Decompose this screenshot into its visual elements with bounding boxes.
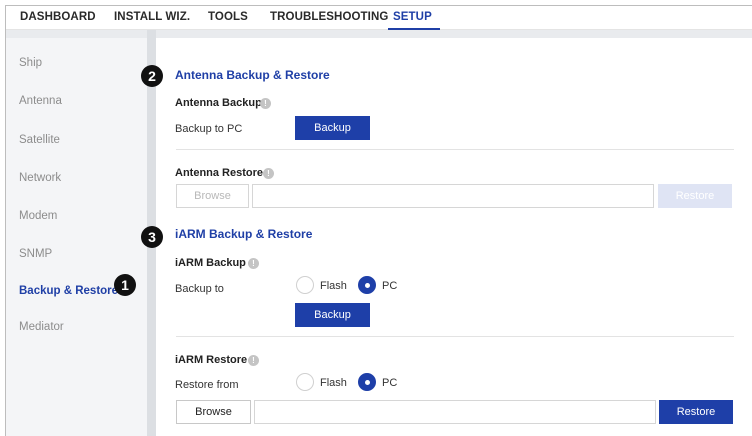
iarm-restore-pc-radio[interactable] <box>358 373 376 391</box>
sidebar-item-satellite[interactable]: Satellite <box>19 134 60 146</box>
antenna-backup-title: Antenna Backup <box>175 97 262 109</box>
iarm-backup-pc-label: PC <box>382 280 398 292</box>
sidebar-item-network[interactable]: Network <box>19 172 61 184</box>
iarm-backup-title: iARM Backup <box>175 257 246 269</box>
antenna-restore-button[interactable]: Restore <box>658 184 732 208</box>
iarm-restore-title: iARM Restore <box>175 354 248 366</box>
antenna-backup-label: Backup to PC <box>175 123 243 135</box>
info-icon: ! <box>248 355 259 366</box>
iarm-restore-pc-label: PC <box>382 377 398 389</box>
antenna-restore-title: Antenna Restore <box>175 167 264 179</box>
divider <box>176 149 734 150</box>
iarm-backup-flash-label: Flash <box>320 280 347 292</box>
info-icon: ! <box>248 258 259 269</box>
iarm-backup-label: Backup to <box>175 283 224 295</box>
nav-band <box>6 30 752 38</box>
sidebar-item-backup-restore[interactable]: Backup & Restore <box>19 285 118 297</box>
tab-install-wiz[interactable]: INSTALL WIZ. <box>114 11 190 23</box>
sidebar-item-modem[interactable]: Modem <box>19 210 57 222</box>
iarm-restore-label: Restore from <box>175 379 239 391</box>
sidebar-item-antenna[interactable]: Antenna <box>19 95 62 107</box>
info-icon: ! <box>260 98 271 109</box>
iarm-restore-flash-radio[interactable] <box>296 373 314 391</box>
iarm-browse-button[interactable]: Browse <box>176 400 251 424</box>
sidebar-item-snmp[interactable]: SNMP <box>19 248 52 260</box>
step-badge-3: 3 <box>141 226 163 248</box>
step-badge-2: 2 <box>141 65 163 87</box>
antenna-backup-button[interactable]: Backup <box>295 116 370 140</box>
tab-setup[interactable]: SETUP <box>393 11 432 23</box>
info-icon: ! <box>263 168 274 179</box>
iarm-backup-flash-radio[interactable] <box>296 276 314 294</box>
iarm-restore-button[interactable]: Restore <box>659 400 733 424</box>
tab-tools[interactable]: TOOLS <box>208 11 248 23</box>
antenna-browse-button[interactable]: Browse <box>176 184 249 208</box>
iarm-backup-button[interactable]: Backup <box>295 303 370 327</box>
sidebar: Ship Antenna Satellite Network Modem SNM… <box>6 38 147 436</box>
sidebar-item-mediator[interactable]: Mediator <box>19 321 64 333</box>
antenna-restore-file-field[interactable] <box>252 184 654 208</box>
step-badge-1: 1 <box>114 274 136 296</box>
sidebar-item-ship[interactable]: Ship <box>19 57 42 69</box>
iarm-backup-pc-radio[interactable] <box>358 276 376 294</box>
iarm-restore-flash-label: Flash <box>320 377 347 389</box>
main-panel: Antenna Backup & Restore Antenna Backup … <box>156 38 752 436</box>
top-nav: DASHBOARD INSTALL WIZ. TOOLS TROUBLESHOO… <box>6 6 752 30</box>
iarm-section-title: iARM Backup & Restore <box>175 227 313 241</box>
tab-dashboard[interactable]: DASHBOARD <box>20 11 96 23</box>
divider <box>176 336 734 337</box>
iarm-restore-file-field[interactable] <box>254 400 656 424</box>
tab-troubleshooting[interactable]: TROUBLESHOOTING <box>270 11 388 23</box>
antenna-section-title: Antenna Backup & Restore <box>175 68 330 82</box>
